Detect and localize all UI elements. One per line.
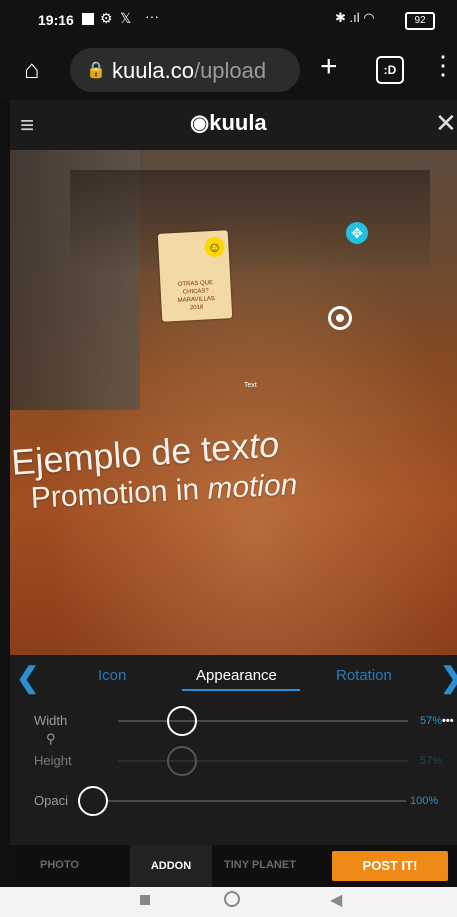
- addon-tab[interactable]: ADDON: [130, 845, 212, 887]
- x-icon: 𝕏: [120, 10, 132, 26]
- hotspot-label: Text: [244, 382, 257, 389]
- logo-text: kuula: [209, 110, 267, 135]
- width-slider-knob[interactable]: [167, 706, 197, 736]
- url-field[interactable]: 🔒 kuula.co/upload: [70, 48, 300, 92]
- active-tab-underline: [182, 689, 300, 691]
- opacity-slider-knob[interactable]: [78, 786, 108, 816]
- addon-controls-panel: ❮ Icon Appearance Rotation ❯ Width ⚲ 57%…: [10, 655, 457, 845]
- link-icon[interactable]: ⚲: [46, 731, 56, 747]
- kuula-logo: ◉kuula: [190, 110, 267, 135]
- height-slider-track[interactable]: [118, 760, 408, 762]
- height-value: 57%: [420, 755, 443, 767]
- width-value-text: 57%: [420, 715, 443, 727]
- text-line1-italic: to: [247, 423, 281, 467]
- browser-toolbar: ⌂ 🔒 kuula.co/upload + :D ⋮: [0, 40, 457, 100]
- app-header: ≡ ◉kuula ✕: [10, 100, 457, 150]
- url-path: /upload: [193, 58, 267, 83]
- tab-icon[interactable]: Icon: [98, 667, 126, 684]
- browser-menu-icon[interactable]: ⋮: [430, 52, 456, 78]
- image-hotspot-card[interactable]: ☺ OTRAS QUE CHICAS? MARAVILLAS 2018: [157, 230, 233, 322]
- panorama-view[interactable]: ☺ OTRAS QUE CHICAS? MARAVILLAS 2018 ✥ Te…: [10, 150, 457, 655]
- hamburger-menu-icon[interactable]: ≡: [20, 112, 34, 140]
- post-it-button[interactable]: POST IT!: [332, 851, 448, 881]
- tiny-planet-tab[interactable]: TINY PLANET: [224, 859, 296, 871]
- width-value: 57%•••: [420, 715, 454, 727]
- scene-furniture: [70, 170, 430, 270]
- editor-bottom-bar: PHOTO ADDON TINY PLANET POST IT!: [10, 845, 457, 887]
- home-icon[interactable]: ⌂: [24, 54, 40, 85]
- close-icon[interactable]: ✕: [435, 108, 457, 139]
- overflow-dots: ···: [145, 8, 159, 24]
- opacity-slider-track[interactable]: [106, 800, 406, 802]
- url-domain: kuula.co: [112, 58, 194, 83]
- battery-icon: 92: [405, 12, 435, 30]
- card-text: OTRAS QUE CHICAS? MARAVILLAS 2018: [177, 280, 216, 312]
- system-nav-bar: ◀: [0, 887, 457, 917]
- target-hotspot-icon[interactable]: [328, 306, 352, 330]
- tab-switcher-button[interactable]: :D: [376, 56, 404, 84]
- height-label: Height: [34, 753, 72, 768]
- back-icon[interactable]: ◀: [330, 890, 342, 910]
- status-bar: 19:16 ⚙ 𝕏 ··· ✱ .ıl ◠ 92: [0, 0, 457, 40]
- chevron-left-icon[interactable]: ❮: [16, 661, 39, 694]
- connectivity-icons: ✱ .ıl ◠: [335, 10, 375, 25]
- smiley-icon: ☺: [203, 236, 226, 258]
- opacity-value: 100%: [410, 795, 439, 807]
- settings-icon: ⚙: [100, 10, 113, 26]
- url-text: kuula.co/upload: [112, 58, 266, 84]
- tab-appearance[interactable]: Appearance: [196, 667, 277, 684]
- height-slider-knob[interactable]: [167, 746, 197, 776]
- notification-square-icon: [82, 13, 94, 25]
- hotspot-icon[interactable]: ✥: [346, 222, 368, 244]
- lock-icon: 🔒: [86, 62, 106, 79]
- opacity-label: Opaci: [34, 793, 68, 808]
- new-tab-icon[interactable]: +: [320, 50, 338, 84]
- width-label: Width: [34, 713, 68, 728]
- status-time: 19:16: [38, 12, 74, 28]
- home-circle-icon[interactable]: [224, 891, 240, 907]
- text-line2-italic: motion: [206, 468, 299, 506]
- tab-rotation[interactable]: Rotation: [336, 667, 392, 684]
- photo-tab[interactable]: PHOTO: [40, 859, 79, 871]
- chevron-right-icon[interactable]: ❯: [440, 661, 457, 694]
- recents-icon[interactable]: [140, 895, 150, 905]
- width-slider-track[interactable]: [118, 720, 408, 722]
